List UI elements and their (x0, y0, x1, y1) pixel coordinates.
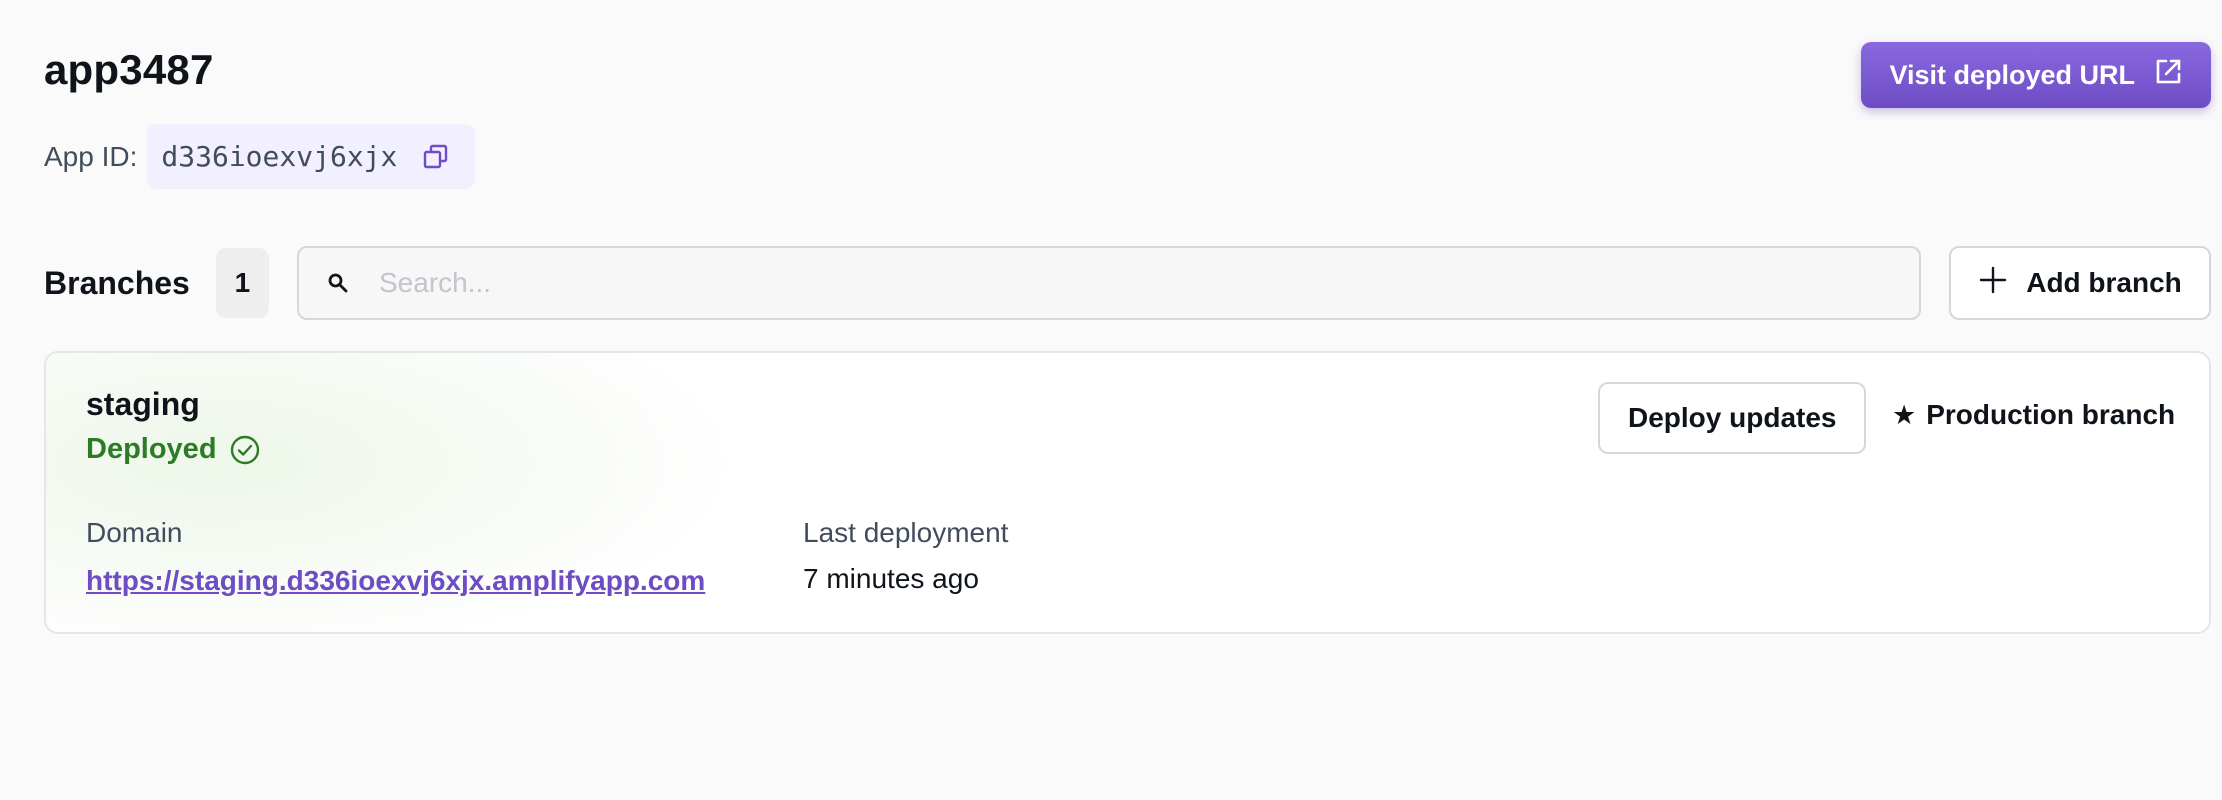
branches-count-badge: 1 (215, 248, 269, 318)
visit-deployed-url-button[interactable]: Visit deployed URL (1861, 42, 2211, 108)
app-overview-page: app3487 App ID: d336ioexvj6xjx Visit dep… (0, 0, 2222, 800)
production-branch-label: Production branch (1926, 399, 2176, 430)
app-id-row: App ID: d336ioexvj6xjx (44, 124, 476, 189)
add-branch-button[interactable]: Add branch (1949, 246, 2211, 320)
add-branch-label: Add branch (2026, 267, 2182, 298)
domain-section: Domain https://staging.d336ioexvj6xjx.am… (86, 517, 705, 597)
visit-deployed-url-label: Visit deployed URL (1889, 59, 2135, 90)
app-id-chip: d336ioexvj6xjx (147, 124, 476, 189)
branch-search-box[interactable] (297, 246, 1921, 320)
branches-toolbar: Branches 1 Add branch (44, 246, 2211, 320)
external-link-icon (2153, 57, 2183, 94)
branch-card-staging[interactable]: staging Deployed Deploy updates ★ Produc… (44, 351, 2211, 634)
search-icon (327, 272, 349, 294)
last-deployment-section: Last deployment 7 minutes ago (803, 517, 1008, 595)
deploy-updates-button[interactable]: Deploy updates (1598, 382, 1867, 454)
production-branch-indicator: ★ Production branch (1892, 399, 2175, 431)
star-icon: ★ (1892, 399, 1917, 430)
app-id-value: d336ioexvj6xjx (161, 140, 398, 173)
app-title: app3487 (44, 46, 214, 93)
branch-status: Deployed (86, 433, 261, 466)
domain-label: Domain (86, 517, 183, 548)
status-label: Deployed (86, 433, 217, 465)
check-circle-icon (229, 434, 261, 466)
app-id-label: App ID: (44, 140, 138, 172)
branches-heading: Branches (44, 264, 190, 301)
branch-search-input[interactable] (379, 267, 1891, 299)
plus-icon (1978, 265, 2008, 302)
branch-name: staging (86, 386, 200, 422)
copy-icon[interactable] (421, 142, 451, 172)
last-deployment-value: 7 minutes ago (803, 563, 979, 594)
last-deployment-label: Last deployment (803, 517, 1009, 548)
domain-link[interactable]: https://staging.d336ioexvj6xjx.amplifyap… (86, 565, 705, 597)
